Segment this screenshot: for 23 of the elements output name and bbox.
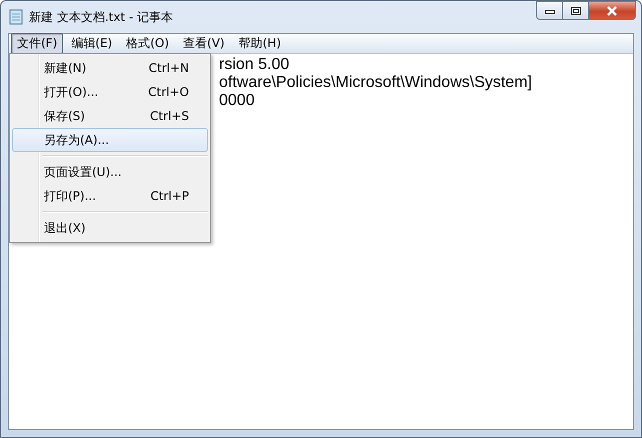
menu-item[interactable]: 页面设置(U)... xyxy=(12,160,208,184)
text-line: rsion 5.00 xyxy=(219,56,290,74)
menu-item[interactable]: 保存(S) Ctrl+S xyxy=(12,104,208,128)
close-icon xyxy=(606,6,618,16)
menu-bar-item[interactable]: 编辑(E) xyxy=(65,33,118,54)
maximize-icon xyxy=(570,6,580,14)
text-line: 0000 xyxy=(219,92,256,110)
text-line: oftware\Policies\Microsoft\Windows\System] xyxy=(219,74,533,92)
menu-bar-item[interactable]: 文件(F) xyxy=(11,33,64,54)
maximize-button[interactable] xyxy=(562,1,589,20)
menu-item[interactable]: 打开(O)... Ctrl+O xyxy=(12,80,208,104)
minimize-button[interactable] xyxy=(536,1,563,20)
menu-item[interactable]: 退出(X) xyxy=(12,216,208,240)
window-title: 新建 文本文档.txt - 记事本 xyxy=(29,8,174,26)
menu-item[interactable]: 另存为(A)... xyxy=(12,128,208,152)
menu-item[interactable]: 打印(P)... Ctrl+P xyxy=(12,184,208,208)
notepad-icon xyxy=(9,9,23,25)
menu-bar-item[interactable]: 帮助(H) xyxy=(232,33,287,54)
menu-item[interactable]: 新建(N) Ctrl+N xyxy=(12,56,208,80)
minimize-icon xyxy=(544,8,554,14)
close-button[interactable] xyxy=(588,1,636,20)
menu-bar-item[interactable]: 格式(O) xyxy=(120,33,176,54)
menu-bar-item[interactable]: 查看(V) xyxy=(177,33,231,54)
